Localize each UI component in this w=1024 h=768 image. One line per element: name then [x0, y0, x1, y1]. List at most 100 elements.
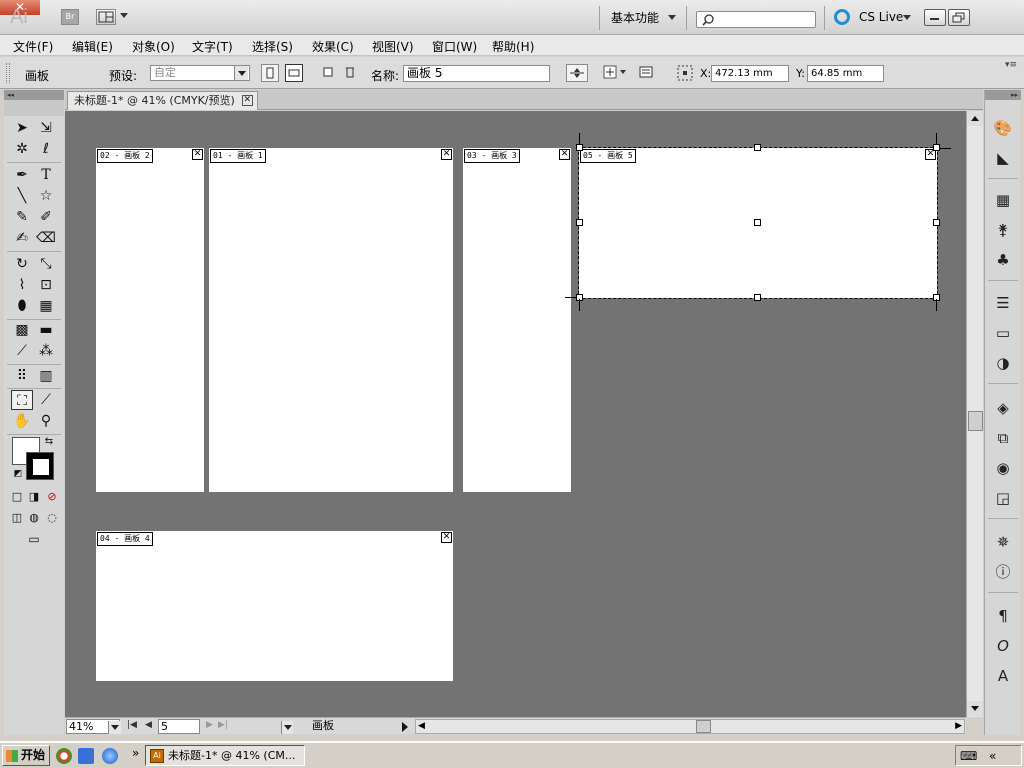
selection-tool-icon[interactable]: ➤: [11, 118, 33, 138]
default-colors-icon[interactable]: ◩: [12, 468, 24, 480]
chevron-down-icon[interactable]: [903, 15, 911, 20]
menu-object[interactable]: 对象(O): [132, 38, 175, 55]
zoom-select[interactable]: 41%: [66, 719, 121, 734]
resize-handle[interactable]: [576, 219, 583, 226]
info-panel-icon[interactable]: ⓘ: [993, 562, 1013, 582]
keyboard-icon[interactable]: ⌨: [960, 749, 977, 763]
symbols-panel-icon[interactable]: ♣: [993, 250, 1013, 270]
artboard-number-select[interactable]: 5: [158, 719, 293, 734]
magic-wand-tool-icon[interactable]: ✲: [11, 139, 33, 159]
character-panel-icon[interactable]: A: [993, 666, 1013, 686]
type-tool-icon[interactable]: T: [35, 165, 57, 185]
resize-handle[interactable]: [754, 294, 761, 301]
layers-panel-icon[interactable]: ◈: [993, 398, 1013, 418]
resize-handle[interactable]: [754, 144, 761, 151]
line-tool-icon[interactable]: ╲: [11, 186, 33, 206]
warp-tool-icon[interactable]: ⌇: [11, 275, 33, 295]
landscape-icon[interactable]: [285, 64, 303, 82]
scroll-thumb[interactable]: [968, 411, 983, 431]
slice-tool-icon[interactable]: ⟋: [35, 390, 57, 410]
close-icon[interactable]: ✕: [559, 149, 570, 160]
hand-tool-icon[interactable]: ✋: [11, 411, 33, 431]
eyedropper-tool-icon[interactable]: ⟋: [11, 341, 33, 361]
reference-point-icon[interactable]: [602, 64, 628, 82]
gradient-panel-icon[interactable]: ▭: [993, 323, 1013, 343]
vertical-scrollbar[interactable]: [966, 111, 983, 717]
column-graph-tool-icon[interactable]: ▥: [35, 366, 57, 386]
draw-behind-icon[interactable]: ◍: [26, 511, 42, 525]
collapse-icon[interactable]: ◂◂: [4, 90, 64, 100]
scroll-up-icon[interactable]: [967, 111, 983, 126]
pen-tool-icon[interactable]: ✒: [11, 165, 33, 185]
menu-help[interactable]: 帮助(H): [492, 38, 534, 55]
paragraph-panel-icon[interactable]: ¶: [993, 606, 1013, 626]
shape-builder-tool-icon[interactable]: ⬮: [11, 296, 33, 316]
close-icon[interactable]: ✕: [441, 532, 452, 543]
artboard-name-field[interactable]: 画板 5: [403, 65, 550, 82]
swatches-panel-icon[interactable]: ▦: [993, 190, 1013, 210]
artboard[interactable]: 04 - 画板 4 ✕: [96, 531, 453, 681]
portrait-icon[interactable]: [261, 64, 279, 82]
stroke-swatch[interactable]: [26, 452, 54, 480]
move-copy-artwork-icon[interactable]: [566, 64, 588, 82]
stroke-panel-icon[interactable]: ☰: [993, 293, 1013, 313]
menu-view[interactable]: 视图(V): [372, 38, 414, 55]
center-handle[interactable]: [754, 219, 761, 226]
opentype-panel-icon[interactable]: O: [993, 636, 1013, 656]
arrange-documents-button[interactable]: [96, 9, 116, 25]
next-artboard-icon[interactable]: ▶: [206, 720, 213, 730]
screen-mode-icon[interactable]: ▭: [21, 531, 47, 547]
artboard[interactable]: 01 - 画板 1 ✕: [209, 148, 453, 492]
star-tool-icon[interactable]: ☆: [35, 186, 57, 206]
horizontal-scrollbar[interactable]: ◀ ▶: [415, 719, 965, 734]
menu-file[interactable]: 文件(F): [13, 38, 53, 55]
graphic-styles-panel-icon[interactable]: ◲: [993, 488, 1013, 508]
first-artboard-icon[interactable]: |◀: [127, 720, 137, 730]
scale-tool-icon[interactable]: ⤡: [35, 254, 57, 274]
blob-brush-tool-icon[interactable]: ✍: [11, 228, 33, 248]
resize-handle[interactable]: [933, 219, 940, 226]
restore-button[interactable]: [948, 9, 970, 26]
direct-selection-tool-icon[interactable]: ⇲: [35, 118, 57, 138]
chevron-down-icon[interactable]: [108, 721, 121, 734]
artboard[interactable]: 03 - 画板 3 ✕: [463, 148, 571, 492]
lasso-tool-icon[interactable]: ℓ: [35, 139, 57, 159]
draw-normal-icon[interactable]: ◫: [9, 511, 25, 525]
mesh-tool-icon[interactable]: ▩: [11, 320, 33, 340]
quick-launch-more-icon[interactable]: »: [132, 746, 139, 760]
bridge-button[interactable]: Br: [61, 9, 79, 25]
artboard-tool-icon[interactable]: ⛶: [11, 390, 33, 410]
zoom-tool-icon[interactable]: ⚲: [35, 411, 57, 431]
menu-effect[interactable]: 效果(C): [312, 38, 354, 55]
chrome-icon[interactable]: [56, 748, 72, 764]
resize-handle[interactable]: [576, 144, 583, 151]
gradient-mode-icon[interactable]: ◨: [26, 490, 42, 504]
draw-inside-icon[interactable]: ◌: [44, 511, 60, 525]
artboard-options-icon[interactable]: [638, 64, 656, 82]
scroll-thumb[interactable]: [696, 720, 711, 733]
chevron-down-icon[interactable]: [668, 15, 676, 20]
expand-icon[interactable]: ▸▸: [985, 90, 1021, 100]
color-panel-icon[interactable]: 🎨: [993, 118, 1013, 138]
y-position-field[interactable]: 64.85 mm: [807, 65, 884, 82]
close-icon[interactable]: ✕: [441, 149, 452, 160]
close-icon[interactable]: ✕: [192, 149, 203, 160]
menu-window[interactable]: 窗口(W): [432, 38, 477, 55]
paintbrush-tool-icon[interactable]: ✎: [11, 207, 33, 227]
brushes-panel-icon[interactable]: ⚵: [993, 220, 1013, 240]
explorer-icon[interactable]: [78, 748, 94, 764]
appearance-panel-icon[interactable]: ◉: [993, 458, 1013, 478]
canvas[interactable]: 02 - 画板 2 ✕ 01 - 画板 1 ✕ 03 - 画板 3 ✕ 05 -…: [65, 111, 966, 717]
artboards-panel-icon[interactable]: ⧉: [993, 428, 1013, 448]
workspace-switcher[interactable]: 基本功能: [611, 9, 659, 26]
menu-edit[interactable]: 编辑(E): [72, 38, 113, 55]
tray-expand-icon[interactable]: «: [989, 749, 996, 763]
cslive-menu[interactable]: CS Live: [859, 10, 903, 24]
cslive-icon[interactable]: [834, 9, 850, 25]
minimize-button[interactable]: [924, 9, 946, 26]
scroll-right-icon[interactable]: ▶: [955, 721, 962, 731]
rotate-tool-icon[interactable]: ↻: [11, 254, 33, 274]
perspective-grid-tool-icon[interactable]: ▦: [35, 296, 57, 316]
color-mode-icon[interactable]: □: [9, 490, 25, 504]
start-button[interactable]: 开始: [2, 745, 50, 766]
